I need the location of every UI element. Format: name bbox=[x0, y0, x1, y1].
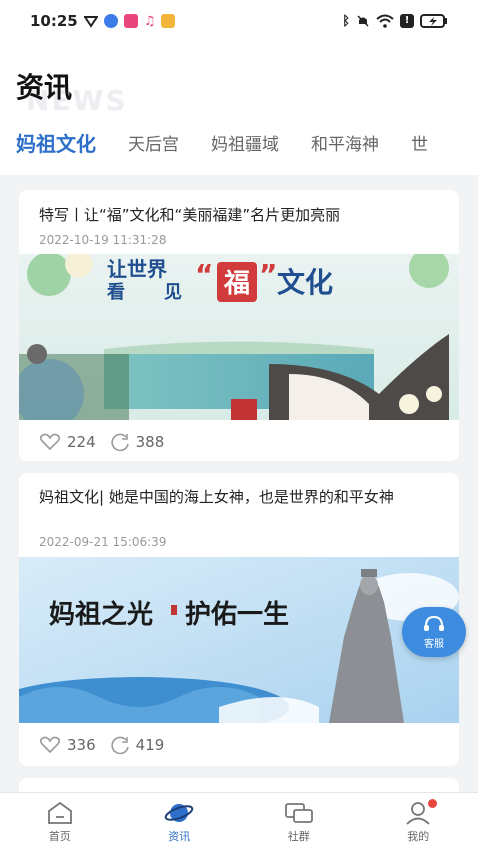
like-count: 336 bbox=[67, 736, 96, 754]
page-header: NEWS 资讯 bbox=[16, 66, 126, 117]
like-stat[interactable]: 224 bbox=[39, 433, 96, 451]
share-count: 419 bbox=[135, 736, 165, 754]
image-slogan-a: 妈祖之光 bbox=[49, 599, 153, 630]
article-image[interactable]: 让世界 看 见 “ 福 ” 文化 bbox=[19, 254, 459, 420]
share-stat[interactable]: 388 bbox=[110, 432, 165, 452]
nav-news[interactable]: 资讯 bbox=[139, 801, 219, 844]
customer-service-label: 客服 bbox=[424, 639, 444, 650]
article-date: 2022-10-19 11:31:28 bbox=[39, 233, 167, 247]
chat-icon bbox=[284, 802, 313, 823]
tab-mazu-territory[interactable]: 妈祖疆域 bbox=[211, 126, 279, 159]
nav-profile[interactable]: 我的 bbox=[378, 798, 458, 844]
page-title: 资讯 bbox=[16, 71, 73, 104]
image-text-quote-close: ” bbox=[259, 258, 277, 291]
nav-home[interactable]: 首页 bbox=[20, 801, 100, 844]
like-stat[interactable]: 336 bbox=[39, 736, 96, 754]
app-notification-icon bbox=[123, 14, 138, 28]
image-text-culture: 文化 bbox=[277, 266, 333, 299]
mute-icon bbox=[357, 15, 369, 27]
image-text-line1: 让世界 bbox=[107, 257, 167, 281]
bottom-navigation: 首页 资讯 社群 我的 bbox=[0, 792, 478, 851]
image-text-line3: 见 bbox=[164, 282, 182, 303]
status-bar: 10:25 ♫ ᛒ ! bbox=[0, 0, 478, 42]
vpn-icon bbox=[83, 16, 98, 28]
tab-mazu-culture[interactable]: 妈祖文化 bbox=[16, 124, 96, 161]
battery-icon bbox=[420, 14, 447, 28]
image-text-line2: 看 bbox=[106, 281, 125, 303]
status-left: 10:25 ♫ bbox=[30, 12, 176, 30]
status-right: ᛒ ! bbox=[342, 14, 448, 29]
tab-world[interactable]: 世 bbox=[411, 126, 428, 159]
status-time: 10:25 bbox=[30, 12, 78, 30]
article-image[interactable]: 妈祖之光 护佑一生 bbox=[19, 557, 459, 723]
nav-community-label: 社群 bbox=[287, 829, 310, 843]
article-title[interactable]: 妈祖文化| 她是中国的海上女神，也是世界的和平女神 bbox=[39, 486, 439, 508]
bluetooth-icon: ᛒ bbox=[342, 13, 350, 29]
planet-icon bbox=[164, 803, 194, 822]
image-text-fu: 福 bbox=[223, 269, 250, 299]
alert-icon: ! bbox=[400, 14, 414, 28]
tab-tianhou-palace[interactable]: 天后宫 bbox=[128, 126, 179, 159]
share-icon bbox=[111, 736, 129, 755]
heart-icon bbox=[39, 736, 61, 754]
nav-news-label: 资讯 bbox=[168, 829, 191, 843]
image-text-quote-open: “ bbox=[195, 258, 213, 291]
app-notification-icon bbox=[103, 14, 118, 28]
notification-badge bbox=[428, 798, 438, 808]
nav-home-label: 首页 bbox=[48, 829, 71, 843]
nav-profile-label: 我的 bbox=[407, 829, 430, 843]
wifi-icon bbox=[376, 14, 394, 28]
share-stat[interactable]: 419 bbox=[110, 735, 165, 755]
nav-community[interactable]: 社群 bbox=[259, 801, 339, 844]
article-stats: 224 388 bbox=[39, 432, 164, 452]
like-count: 224 bbox=[67, 433, 96, 451]
article-card[interactable]: 特写丨让“福”文化和“美丽福建”名片更加亮丽 2022-10-19 11:31:… bbox=[19, 190, 459, 461]
article-title[interactable]: 特写丨让“福”文化和“美丽福建”名片更加亮丽 bbox=[39, 204, 439, 226]
article-stats: 336 419 bbox=[39, 735, 164, 755]
category-tabs: 妈祖文化 天后宫 妈祖疆域 和平海神 世 bbox=[0, 122, 478, 162]
home-icon bbox=[47, 801, 72, 824]
tab-peace-sea-god[interactable]: 和平海神 bbox=[311, 126, 379, 159]
heart-icon bbox=[39, 433, 61, 451]
image-slogan-b: 护佑一生 bbox=[185, 600, 289, 630]
customer-service-button[interactable]: 客服 bbox=[402, 607, 466, 657]
app-notification-icon bbox=[161, 14, 176, 28]
article-date: 2022-09-21 15:06:39 bbox=[39, 535, 167, 549]
share-count: 388 bbox=[135, 433, 165, 451]
article-card[interactable]: 妈祖文化| 她是中国的海上女神，也是世界的和平女神 2022-09-21 15:… bbox=[19, 473, 459, 766]
music-icon: ♫ bbox=[143, 13, 156, 29]
headset-icon bbox=[424, 615, 444, 631]
share-icon bbox=[111, 433, 129, 452]
